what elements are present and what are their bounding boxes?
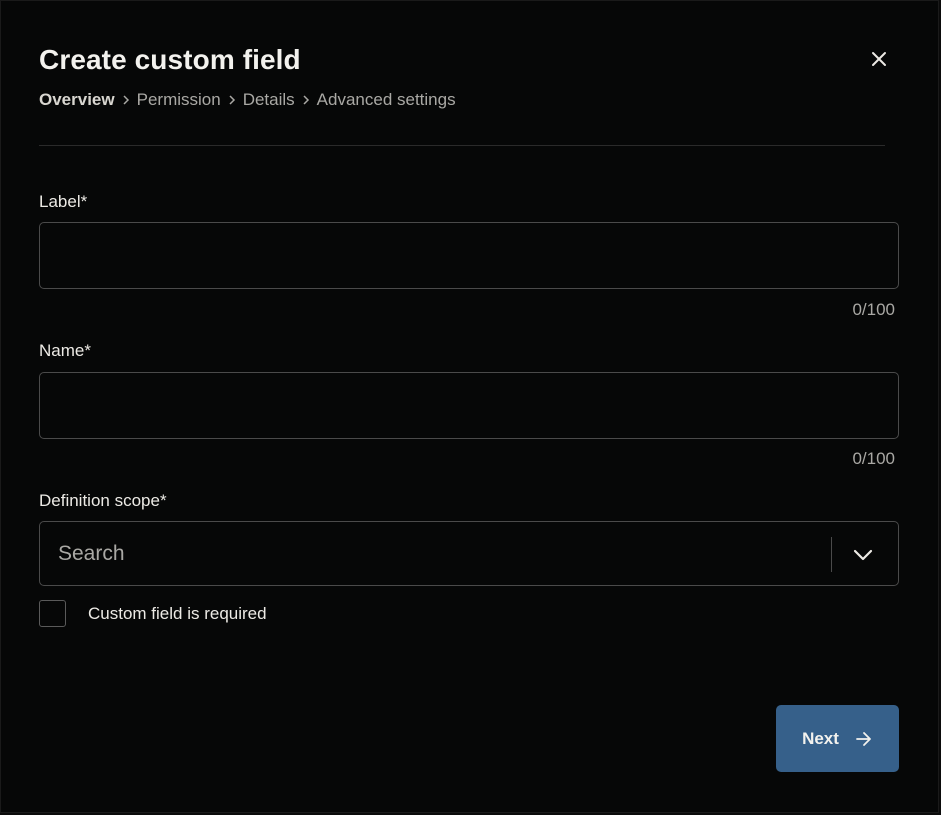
definition-scope-label: Definition scope*	[39, 491, 167, 510]
next-button[interactable]: Next	[776, 705, 899, 772]
chevron-right-icon	[301, 94, 311, 106]
header-divider	[39, 145, 885, 146]
breadcrumb-item-details[interactable]: Details	[243, 90, 295, 110]
close-icon	[872, 52, 886, 66]
name-char-counter: 0/100	[852, 449, 895, 468]
label-char-counter: 0/100	[852, 300, 895, 319]
chevron-right-icon	[121, 94, 131, 106]
breadcrumb-item-overview[interactable]: Overview	[39, 90, 115, 110]
required-checkbox-label[interactable]: Custom field is required	[88, 604, 267, 624]
breadcrumb: Overview Permission Details Advanced set…	[39, 90, 456, 110]
select-divider	[831, 537, 832, 572]
chevron-down-icon[interactable]	[850, 542, 876, 568]
name-field-label: Name*	[39, 341, 91, 360]
breadcrumb-item-advanced-settings[interactable]: Advanced settings	[317, 90, 456, 110]
label-input[interactable]	[39, 222, 899, 289]
breadcrumb-item-permission[interactable]: Permission	[137, 90, 221, 110]
name-input[interactable]	[39, 372, 899, 439]
chevron-right-icon	[227, 94, 237, 106]
definition-scope-select[interactable]	[39, 521, 899, 586]
dialog-title: Create custom field	[39, 44, 301, 75]
arrow-right-icon	[855, 731, 873, 747]
next-button-label: Next	[802, 728, 839, 748]
create-custom-field-dialog: Create custom field Overview Permission …	[0, 0, 939, 813]
required-checkbox-row: Custom field is required	[39, 600, 267, 627]
close-button[interactable]	[865, 45, 893, 73]
definition-scope-search-input[interactable]	[40, 522, 830, 585]
label-field-label: Label*	[39, 192, 88, 211]
required-checkbox[interactable]	[39, 600, 66, 627]
